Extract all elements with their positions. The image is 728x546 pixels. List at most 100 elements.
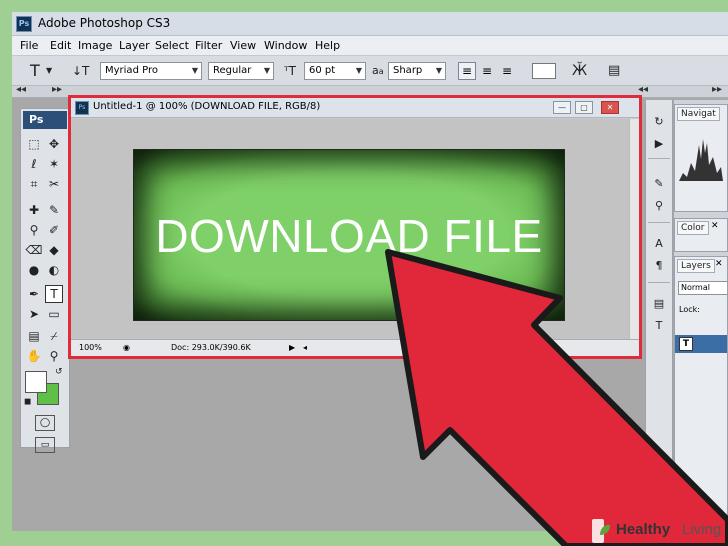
pen-tool-icon[interactable]: ✒	[25, 285, 43, 303]
collapse-left-icon[interactable]: ◂◂	[638, 84, 648, 95]
default-colors-icon[interactable]: ◼	[24, 397, 31, 407]
paragraph-icon[interactable]: ¶	[650, 258, 668, 274]
close-icon[interactable]: ✕	[711, 221, 719, 231]
tab-layers[interactable]: Layers	[677, 259, 715, 273]
foreground-color-swatch[interactable]	[25, 371, 47, 393]
screen-mode-icon[interactable]: ▭	[35, 437, 55, 453]
font-family-value: Myriad Pro	[105, 65, 158, 76]
align-right-button[interactable]: ≡	[498, 62, 516, 80]
menu-file[interactable]: File	[20, 39, 38, 52]
font-style-select[interactable]: Regular ▼	[208, 62, 274, 80]
font-size-icon: ᵀT	[284, 64, 296, 78]
chevron-down-icon: ▼	[435, 66, 442, 75]
divider	[648, 282, 670, 283]
swap-colors-icon[interactable]: ↺	[55, 367, 63, 377]
tool-presets-icon[interactable]: T	[650, 318, 668, 334]
slice-tool-icon[interactable]: ✂	[45, 175, 63, 193]
type-tool-icon[interactable]: T	[30, 61, 40, 81]
minimize-button[interactable]: —	[553, 101, 571, 114]
character-icon[interactable]: A	[650, 236, 668, 252]
font-style-value: Regular	[213, 65, 252, 76]
menu-view[interactable]: View	[230, 39, 256, 52]
close-button[interactable]: ✕	[601, 101, 619, 114]
quick-mask-icon[interactable]: ◯	[35, 415, 55, 431]
path-selection-tool-icon[interactable]: ➤	[25, 305, 43, 323]
chevron-down-icon: ▼	[191, 66, 198, 75]
tab-navigator[interactable]: Navigat	[677, 107, 720, 121]
download-button-graphic: DOWNLOAD FILE	[133, 149, 565, 321]
crop-tool-icon[interactable]: ⌗	[25, 175, 43, 193]
layers-panel: Layers ✕ Normal Lock: T	[674, 256, 728, 531]
document-status-bar: 100% ◉ Doc: 293.0K/390.6K ▶ ◂	[71, 339, 639, 356]
brush-tool-icon[interactable]: ✎	[45, 201, 63, 219]
hand-tool-icon[interactable]: ✋	[25, 347, 43, 365]
clone-stamp-tool-icon[interactable]: ⚲	[25, 221, 43, 239]
menu-edit[interactable]: Edit	[50, 39, 71, 52]
collapse-left-icon[interactable]: ◂◂	[16, 84, 26, 95]
antialias-select[interactable]: Sharp ▼	[388, 62, 446, 80]
antialias-label: a	[372, 64, 379, 77]
marquee-tool-icon[interactable]: ⬚	[25, 135, 43, 153]
antialias-icon: aa	[372, 61, 384, 81]
menu-filter[interactable]: Filter	[195, 39, 222, 52]
actions-icon[interactable]: ▶	[650, 136, 668, 152]
chevron-down-icon: ▼	[263, 66, 270, 75]
menu-help[interactable]: Help	[315, 39, 340, 52]
menu-image[interactable]: Image	[78, 39, 112, 52]
watermark-brand-healthy: Healthy	[616, 521, 671, 538]
brushes-icon[interactable]: ✎	[650, 176, 668, 192]
dodge-tool-icon[interactable]: ◐	[45, 261, 63, 279]
shape-tool-icon[interactable]: ▭	[45, 305, 63, 323]
font-family-select[interactable]: Myriad Pro ▼	[100, 62, 202, 80]
text-orientation-icon[interactable]: ↓T	[72, 61, 89, 81]
text-layer-thumbnail: T	[679, 337, 693, 351]
eraser-tool-icon[interactable]: ⌫	[25, 241, 43, 259]
text-color-swatch[interactable]	[532, 63, 556, 79]
document-size: Doc: 293.0K/390.6K	[171, 343, 251, 352]
antialias-value: Sharp	[393, 65, 423, 76]
healing-brush-tool-icon[interactable]: ✚	[25, 201, 43, 219]
eyedropper-tool-icon[interactable]: ⌿	[45, 327, 63, 345]
status-menu-arrow-icon[interactable]: ▶	[289, 343, 295, 352]
history-brush-tool-icon[interactable]: ✐	[45, 221, 63, 239]
notes-tool-icon[interactable]: ▤	[25, 327, 43, 345]
layer-comps-icon[interactable]: ▤	[650, 296, 668, 312]
chevron-down-icon[interactable]: ▼	[46, 61, 52, 81]
menu-layer[interactable]: Layer	[119, 39, 150, 52]
magic-wand-tool-icon[interactable]: ✶	[45, 155, 63, 173]
tab-color[interactable]: Color	[677, 221, 709, 235]
document-window: Ps Untitled-1 @ 100% (DOWNLOAD FILE, RGB…	[68, 95, 642, 359]
expand-right-icon[interactable]: ▸▸	[712, 84, 722, 95]
options-bar: T ▼ ↓T Myriad Pro ▼ Regular ▼ ᵀT 60 pt ▼…	[12, 56, 728, 86]
blend-mode-select[interactable]: Normal	[678, 281, 727, 295]
blur-tool-icon[interactable]: ●	[25, 261, 43, 279]
zoom-level[interactable]: 100%	[79, 343, 102, 352]
expand-right-icon[interactable]: ▸▸	[52, 84, 62, 95]
maximize-button[interactable]: ▢	[575, 101, 593, 114]
paint-bucket-tool-icon[interactable]: ◆	[45, 241, 63, 259]
lasso-tool-icon[interactable]: ℓ	[25, 155, 43, 173]
canvas-area[interactable]: DOWNLOAD FILE	[71, 119, 639, 339]
align-center-button[interactable]: ≡	[478, 62, 496, 80]
type-tool-icon[interactable]: T	[45, 285, 63, 303]
move-tool-icon[interactable]: ✥	[45, 135, 63, 153]
history-icon[interactable]: ↻	[650, 114, 668, 130]
align-left-button[interactable]: ≡	[458, 62, 476, 80]
vertical-scrollbar[interactable]	[629, 119, 639, 339]
status-icon[interactable]: ◉	[123, 343, 130, 352]
tools-panel-header: Ps	[23, 111, 67, 129]
clone-source-icon[interactable]: ⚲	[650, 198, 668, 214]
font-size-select[interactable]: 60 pt ▼	[304, 62, 366, 80]
palettes-icon[interactable]: ▤	[608, 61, 620, 81]
zoom-tool-icon[interactable]: ⚲	[45, 347, 63, 365]
app-title: Adobe Photoshop CS3	[38, 16, 171, 30]
menu-window[interactable]: Window	[264, 39, 307, 52]
tools-panel: Ps ⬚ ✥ ℓ ✶ ⌗ ✂ ✚ ✎ ⚲ ✐ ⌫ ◆ ● ◐ ✒ T ➤ ▭ ▤…	[20, 108, 70, 453]
watermark: Healthy Living	[592, 519, 721, 543]
close-icon[interactable]: ✕	[715, 259, 723, 269]
scroll-left-icon[interactable]: ◂	[303, 343, 307, 352]
menu-select[interactable]: Select	[155, 39, 189, 52]
warp-text-icon[interactable]: Ӂ	[572, 61, 587, 81]
canvas-text: DOWNLOAD FILE	[155, 210, 543, 262]
lock-label: Lock:	[679, 305, 700, 314]
